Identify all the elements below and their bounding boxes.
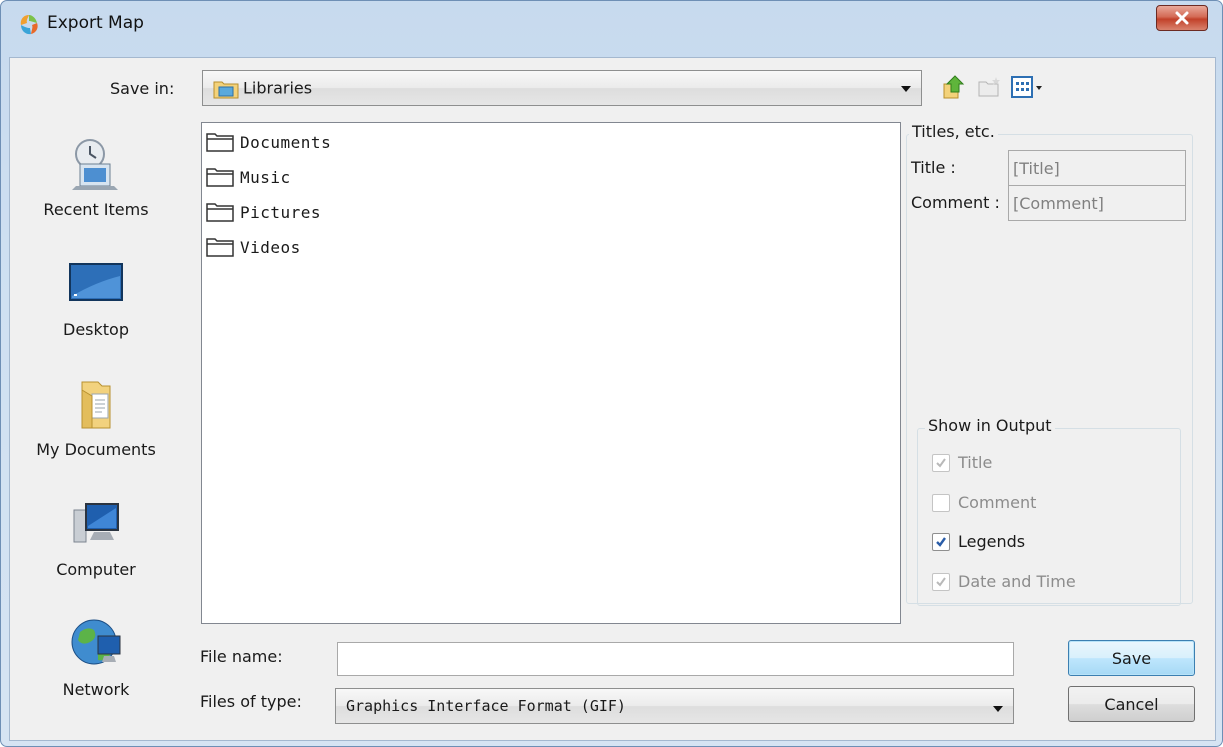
- legends-checkbox-label: Legends: [958, 532, 1026, 551]
- date-time-checkbox-label: Date and Time: [958, 572, 1076, 591]
- file-name-label: Videos: [240, 237, 301, 257]
- place-desktop[interactable]: Desktop: [22, 248, 170, 358]
- title-checkbox-label: Title: [958, 453, 993, 472]
- place-label: Desktop: [63, 320, 129, 339]
- place-label: Recent Items: [43, 200, 149, 219]
- legends-checkbox[interactable]: [932, 533, 950, 551]
- files-of-type-combo[interactable]: Graphics Interface Format (GIF): [335, 688, 1014, 724]
- recent-items-icon: [72, 139, 118, 190]
- list-item-videos[interactable]: Videos: [206, 232, 301, 262]
- save-button-label: Save: [1111, 648, 1152, 668]
- list-item-pictures[interactable]: Pictures: [206, 197, 321, 227]
- date-time-checkbox[interactable]: [932, 573, 950, 591]
- my-documents-icon: [81, 381, 111, 429]
- dialog-body: Save in: Libraries Recent Items Desktop …: [9, 57, 1216, 741]
- list-item-documents[interactable]: Documents: [206, 127, 331, 157]
- title-bar[interactable]: Export Map: [1, 1, 1222, 57]
- file-name-label: Documents: [240, 132, 332, 152]
- file-name-input[interactable]: [337, 642, 1014, 676]
- place-label: My Documents: [36, 440, 156, 459]
- comment-field[interactable]: [Comment]: [1008, 185, 1186, 221]
- files-of-type-value: Graphics Interface Format (GIF): [346, 697, 626, 715]
- file-name-label: File name:: [200, 647, 283, 666]
- place-network[interactable]: Network: [22, 608, 170, 718]
- computer-icon: [73, 503, 119, 543]
- file-name-label: Music: [240, 167, 291, 187]
- save-in-value: Libraries: [243, 78, 313, 98]
- place-computer[interactable]: Computer: [22, 488, 170, 598]
- folder-icon: [206, 133, 234, 152]
- title-field-label: Title :: [911, 158, 956, 177]
- network-icon: [71, 619, 121, 665]
- place-my-documents[interactable]: My Documents: [22, 368, 170, 478]
- chevron-down-icon[interactable]: [901, 86, 911, 92]
- place-label: Computer: [56, 560, 136, 579]
- title-field-value: [Title]: [1013, 158, 1060, 178]
- chevron-down-icon[interactable]: [993, 706, 1003, 712]
- show-in-output-title: Show in Output: [925, 416, 1055, 435]
- places-bar: Recent Items Desktop My Documents Comput…: [22, 128, 170, 728]
- comment-field-value: [Comment]: [1013, 193, 1104, 213]
- app-logo-icon: [20, 15, 38, 35]
- desktop-icon: [69, 263, 123, 301]
- library-folder-icon: [213, 81, 239, 99]
- view-menu-icon[interactable]: [1010, 74, 1046, 100]
- comment-field-label: Comment :: [911, 193, 1000, 212]
- save-in-combo[interactable]: Libraries: [202, 70, 922, 106]
- folder-icon: [206, 238, 234, 257]
- file-list[interactable]: Documents Music Pictures Videos: [201, 122, 901, 624]
- folder-icon: [206, 203, 234, 222]
- title-field[interactable]: [Title]: [1008, 150, 1186, 186]
- title-checkbox[interactable]: [932, 454, 950, 472]
- window-title: Export Map: [47, 13, 144, 33]
- comment-checkbox-label: Comment: [958, 493, 1037, 512]
- close-icon: [1175, 11, 1189, 25]
- export-map-dialog: Export Map Save in: Libraries Recent Ite…: [0, 0, 1223, 747]
- place-recent-items[interactable]: Recent Items: [22, 128, 170, 238]
- cancel-button[interactable]: Cancel: [1068, 686, 1195, 722]
- titles-group-title: Titles, etc.: [909, 122, 998, 141]
- folder-icon: [206, 168, 234, 187]
- new-folder-icon[interactable]: [976, 74, 1002, 100]
- checkmark-icon: [936, 577, 946, 587]
- up-one-level-icon[interactable]: [940, 74, 966, 100]
- checkmark-icon: [936, 537, 946, 547]
- checkmark-icon: [936, 458, 946, 468]
- files-of-type-label: Files of type:: [200, 692, 302, 711]
- save-in-label: Save in:: [110, 79, 175, 98]
- save-button[interactable]: Save: [1068, 640, 1195, 676]
- list-item-music[interactable]: Music: [206, 162, 291, 192]
- place-label: Network: [62, 680, 130, 699]
- close-button[interactable]: [1156, 5, 1208, 31]
- cancel-button-label: Cancel: [1104, 694, 1159, 714]
- comment-checkbox[interactable]: [932, 494, 950, 512]
- file-name-label: Pictures: [240, 202, 322, 222]
